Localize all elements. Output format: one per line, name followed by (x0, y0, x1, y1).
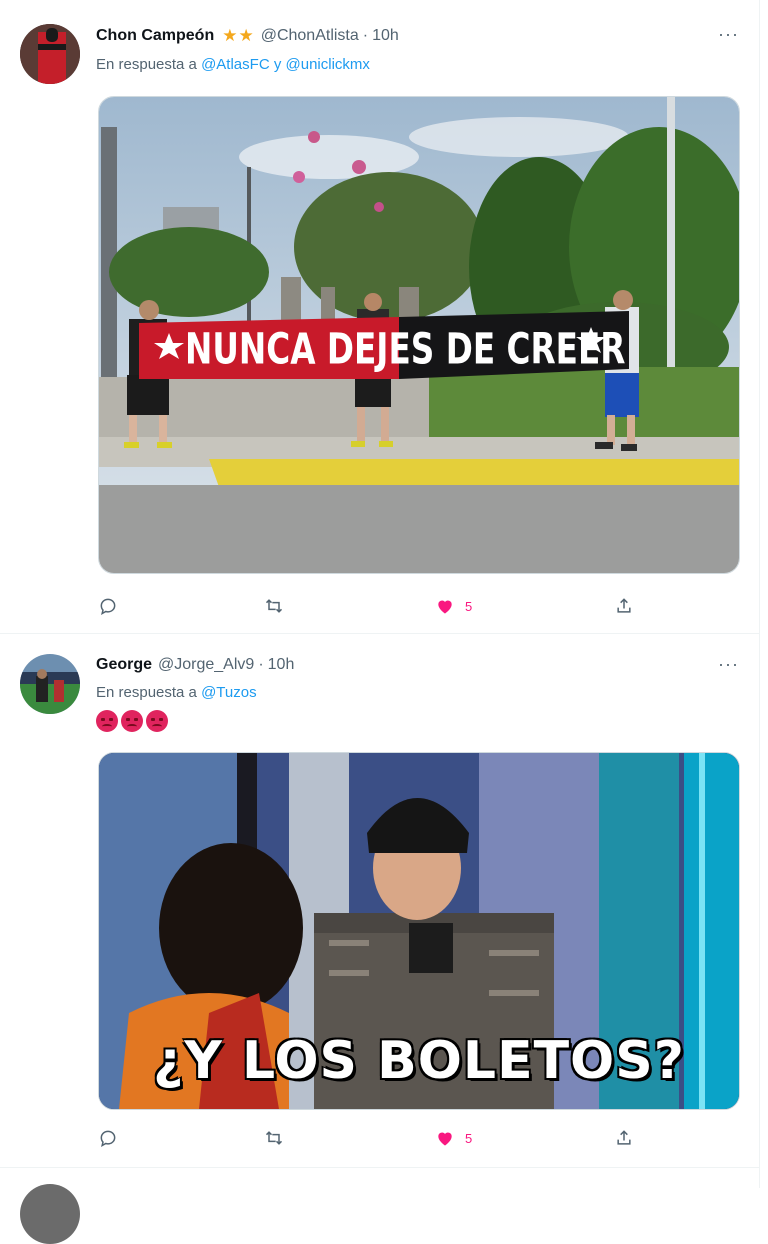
angry-face-icon (146, 710, 168, 732)
angry-face-icon (96, 710, 118, 732)
heart-icon (438, 1132, 452, 1146)
like-button[interactable]: 5 (435, 1126, 472, 1150)
like-count: 5 (465, 1130, 473, 1146)
like-count: 5 (465, 598, 473, 614)
display-name[interactable]: George (96, 656, 152, 674)
share-button[interactable] (614, 594, 634, 618)
retweet-icon (265, 599, 283, 613)
reply-button[interactable] (98, 1126, 118, 1150)
separator: · (258, 656, 264, 673)
reply-prefix: En respuesta a (96, 56, 197, 73)
share-icon (617, 1130, 631, 1145)
tweet-gif[interactable]: ¿Y LOS BOLETOS? (98, 752, 740, 1110)
retweet-button[interactable] (264, 1126, 284, 1150)
separator: · (362, 27, 369, 44)
avatar[interactable] (20, 1184, 80, 1244)
display-name[interactable]: Chon Campeón (96, 27, 214, 45)
user-handle[interactable]: @ChonAtlista (261, 27, 359, 45)
tweet[interactable] (0, 1168, 760, 1244)
like-button[interactable]: 5 (435, 594, 472, 618)
tweet-header: George @Jorge_Alv9 · 10h (96, 656, 294, 674)
retweet-icon (265, 1131, 283, 1145)
timestamp[interactable]: 10h (372, 27, 399, 45)
angry-face-icon (121, 710, 143, 732)
retweet-button[interactable] (264, 594, 284, 618)
avatar[interactable] (20, 654, 80, 714)
mention-link[interactable]: @Tuzos (201, 684, 257, 701)
mention-link[interactable]: @uniclickmx (286, 56, 370, 73)
heart-icon (438, 600, 452, 614)
star-badge-icon: ★★ (222, 26, 255, 45)
tweet-actions: 5 (98, 594, 738, 618)
banner-text: NUNCA DEJES DE CREER (185, 324, 625, 373)
tweet[interactable]: Chon Campeón ★★ @ChonAtlista · 10h ··· E… (0, 0, 760, 634)
reply-button[interactable] (98, 594, 118, 618)
mention-link[interactable]: @AtlasFC (201, 56, 270, 73)
avatar[interactable] (20, 24, 80, 84)
share-button[interactable] (614, 1126, 634, 1150)
tweet-actions: 5 (98, 1126, 738, 1150)
user-handle[interactable]: @Jorge_Alv9 (158, 656, 254, 674)
more-options-icon[interactable]: ··· (718, 24, 739, 45)
tweet-header: Chon Campeón ★★ @ChonAtlista · 10h (96, 26, 399, 46)
reply-icon (100, 598, 116, 615)
more-options-icon[interactable]: ··· (718, 654, 739, 675)
reply-context: En respuesta a @Tuzos (96, 684, 257, 701)
reply-prefix: En respuesta a (96, 684, 197, 701)
reply-icon (100, 1130, 116, 1147)
mention-conjunction: y (273, 56, 282, 73)
reply-context: En respuesta a @AtlasFC y @uniclickmx (96, 56, 370, 73)
timestamp[interactable]: 10h (268, 656, 295, 674)
tweet-text-emojis (96, 710, 168, 732)
gif-caption: ¿Y LOS BOLETOS? (153, 1031, 685, 1091)
tweet[interactable]: George @Jorge_Alv9 · 10h ··· En respuest… (0, 634, 760, 1168)
tweet-image[interactable]: NUNCA DEJES DE CREER (98, 96, 740, 574)
share-icon (617, 598, 631, 613)
